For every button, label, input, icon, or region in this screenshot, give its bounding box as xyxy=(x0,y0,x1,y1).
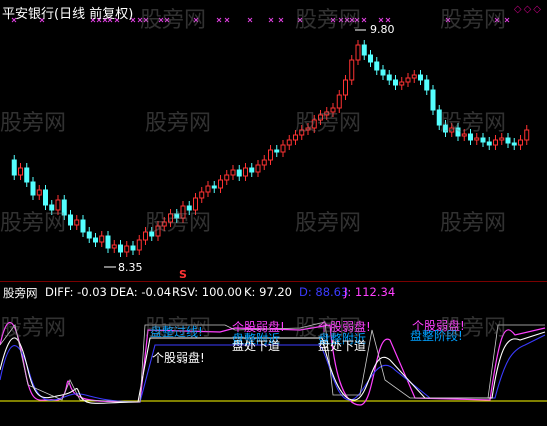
candlestick xyxy=(30,181,36,196)
candlestick xyxy=(399,81,405,86)
candlestick xyxy=(230,169,236,176)
candlestick xyxy=(480,137,486,143)
candlestick xyxy=(205,185,211,193)
candlestick xyxy=(36,189,42,196)
candlestick xyxy=(505,137,511,144)
candlestick xyxy=(280,144,286,153)
signal-x-mark xyxy=(268,17,274,23)
candlestick xyxy=(24,167,30,183)
signal-annotation-zone1-bottom: 个股弱盘! xyxy=(152,350,205,365)
candlestick xyxy=(511,142,517,146)
indicator-rsv: RSV: 100.00 xyxy=(172,285,242,299)
candlestick xyxy=(486,141,492,146)
watermark: 股旁网 xyxy=(145,316,212,341)
signal-x-mark xyxy=(216,17,222,23)
candlestick xyxy=(218,179,223,189)
indicator-name[interactable]: 股旁网 xyxy=(3,285,38,301)
candlestick xyxy=(80,219,86,233)
indicator-header: 股旁网 DIFF: -0.03 DEA: -0.04 RSV: 100.00 K… xyxy=(0,285,547,301)
watermark: 股旁网 xyxy=(440,8,507,33)
candlestick xyxy=(199,191,205,199)
candlestick xyxy=(74,219,80,226)
candlestick xyxy=(43,189,48,206)
watermark: 股旁网 xyxy=(440,111,507,136)
watermark: 股旁网 xyxy=(0,211,67,236)
candlestick xyxy=(343,79,348,96)
watermark: 股旁网 xyxy=(145,211,212,236)
candlestick xyxy=(118,244,123,253)
candlestick xyxy=(236,169,242,177)
chart-title: 平安银行(日线 前复权) xyxy=(2,7,134,22)
window-controls-icon[interactable]: ◇◇◇ xyxy=(514,4,543,15)
candlestick xyxy=(493,139,498,146)
candlestick xyxy=(368,54,373,63)
sell-signal-marker: S xyxy=(179,268,187,281)
candlestick xyxy=(211,185,217,189)
indicator-dea: DEA: -0.04 xyxy=(110,285,172,299)
candlestick xyxy=(124,245,130,253)
candlestick xyxy=(524,129,530,141)
candlestick xyxy=(355,44,361,61)
price-low-label: 8.35 xyxy=(118,261,143,274)
watermark: 股旁网 xyxy=(295,211,362,236)
candlestick xyxy=(405,77,411,83)
candlestick xyxy=(386,74,392,81)
indicator-j: J: 112.34 xyxy=(344,285,396,299)
watermark: 股旁网 xyxy=(440,316,507,341)
candlestick xyxy=(393,79,398,86)
panel-divider[interactable] xyxy=(0,281,547,282)
candlestick xyxy=(380,69,386,76)
watermark: 股旁网 xyxy=(0,316,67,341)
candlestick xyxy=(224,174,230,181)
candlestick xyxy=(430,89,436,111)
indicator-k: K: 97.20 xyxy=(244,285,292,299)
candlestick xyxy=(18,167,23,176)
signal-x-mark xyxy=(224,17,230,23)
signal-x-mark xyxy=(278,17,284,23)
watermark: 股旁网 xyxy=(0,111,67,136)
candlestick xyxy=(349,59,355,81)
candlestick xyxy=(261,159,267,166)
signal-x-mark xyxy=(247,17,253,23)
indicator-diff: DIFF: -0.03 xyxy=(45,285,107,299)
candlestick xyxy=(86,231,92,239)
candlestick xyxy=(11,159,17,176)
candlestick xyxy=(518,139,523,146)
candlestick xyxy=(374,61,380,71)
candlestick xyxy=(274,149,280,153)
candlestick xyxy=(105,235,111,249)
candlestick xyxy=(68,214,73,226)
watermark: 股旁网 xyxy=(140,8,207,33)
watermark: 股旁网 xyxy=(145,111,212,136)
candlestick xyxy=(361,44,367,56)
signal-x-mark xyxy=(378,17,384,23)
indicator-d: D: 88.63 xyxy=(299,285,349,299)
candlestick xyxy=(418,74,423,81)
chart-window[interactable]: 9.80 8.35 S 盘整过线! 个股弱盘! 个股弱盘! 盘整附近 盘处下道 个股弱盘! 盘整附… xyxy=(0,0,547,426)
candlestick xyxy=(111,244,117,249)
signal-x-mark xyxy=(361,17,367,23)
candlestick xyxy=(411,74,417,79)
candlestick xyxy=(268,149,273,161)
candlestick xyxy=(424,79,430,91)
signal-annotation-zone2-bottom: 盘处下道 xyxy=(232,338,280,353)
candlestick xyxy=(474,137,480,141)
candlestick xyxy=(99,235,105,243)
candlestick xyxy=(255,164,261,173)
candlestick xyxy=(93,237,98,243)
candlestick xyxy=(249,167,255,173)
candlestick xyxy=(130,245,136,251)
watermark: 股旁网 xyxy=(440,211,507,236)
watermark: 股旁网 xyxy=(295,8,362,33)
signal-x-mark xyxy=(385,17,391,23)
candlestick xyxy=(499,137,505,141)
watermark: 股旁网 xyxy=(295,111,362,136)
candlestick xyxy=(286,139,292,146)
watermark: 股旁网 xyxy=(295,316,362,341)
candlestick xyxy=(136,239,142,251)
price-high-label: 9.80 xyxy=(370,23,395,36)
candlestick xyxy=(243,167,248,177)
